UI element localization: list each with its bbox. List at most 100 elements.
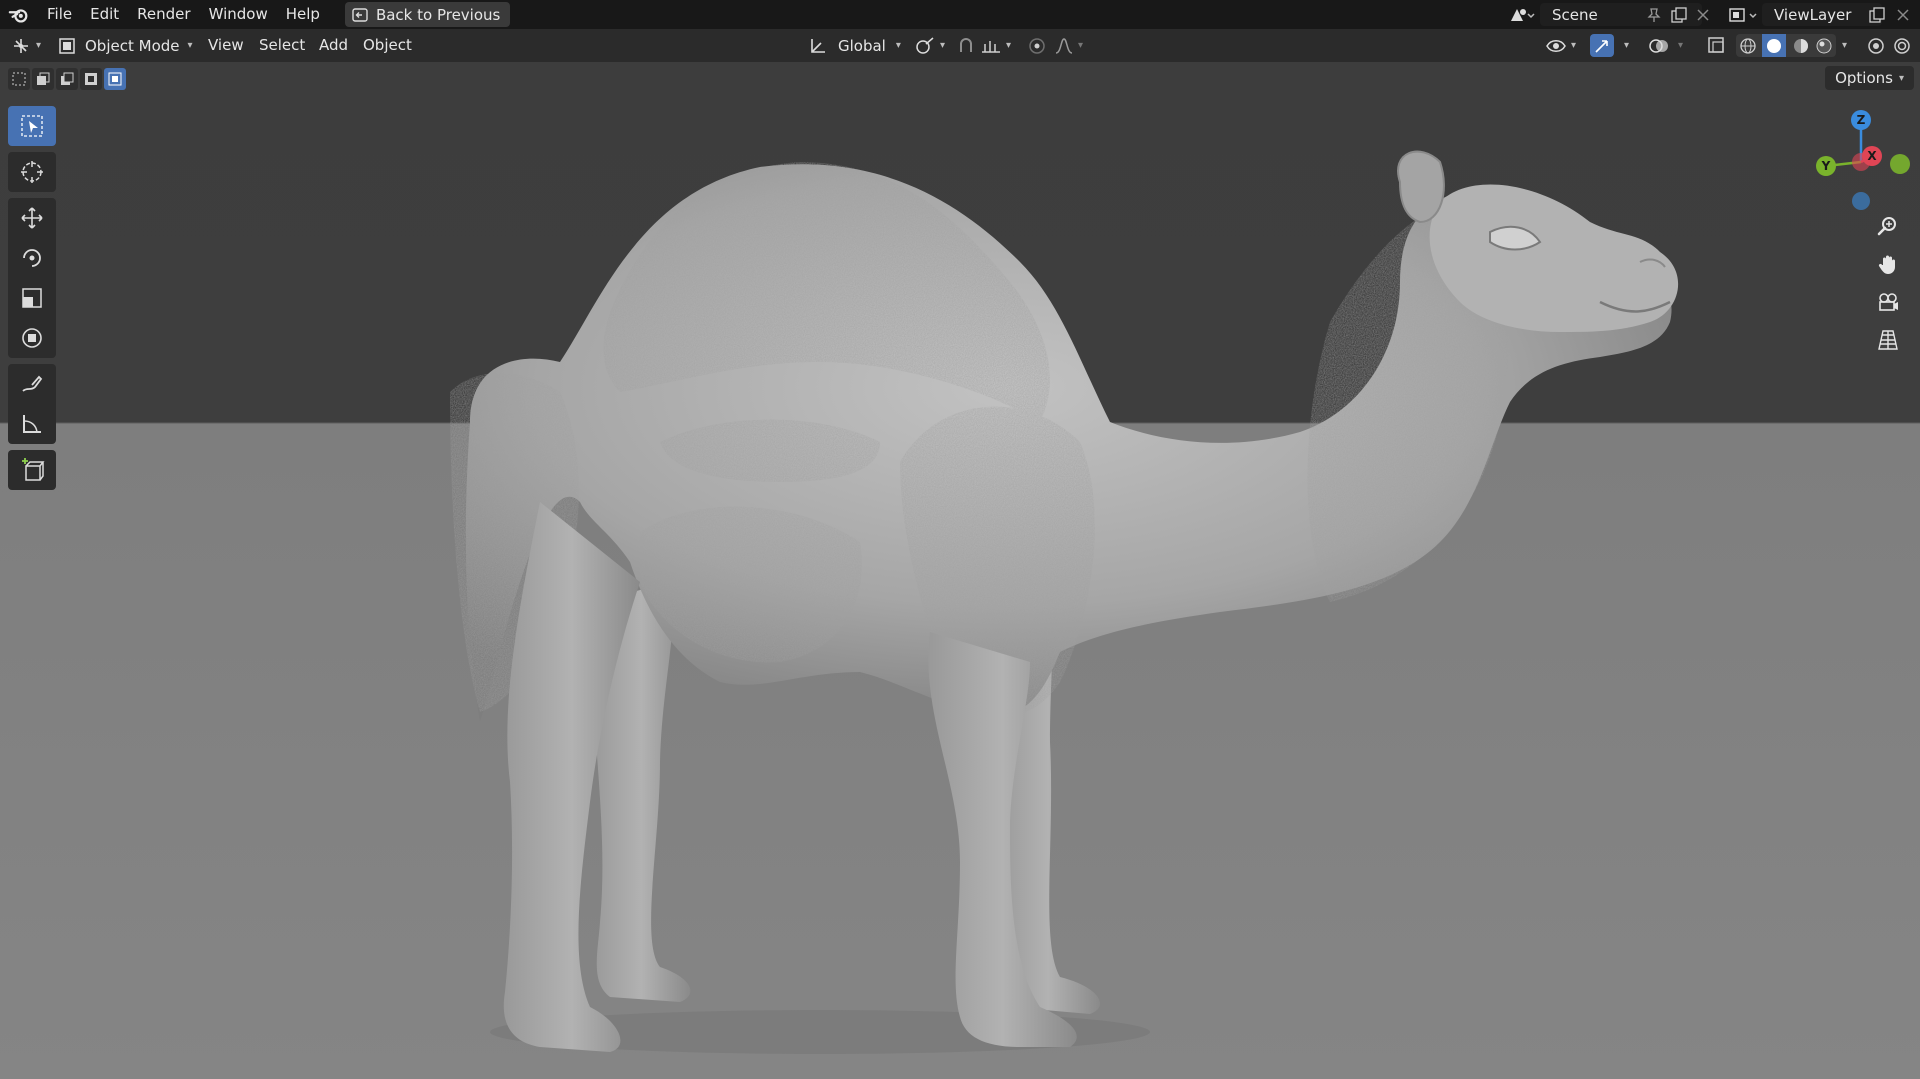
axis-x-label: X <box>1867 149 1877 163</box>
3d-viewport-editor-icon <box>14 38 28 53</box>
editor-type-button[interactable]: ▾ <box>10 36 41 56</box>
options-dropdown[interactable]: Options ▾ <box>1825 66 1914 90</box>
snap-toggle-icon[interactable] <box>956 36 976 56</box>
back-icon <box>352 7 368 22</box>
xray-toggle-icon[interactable] <box>1706 35 1726 55</box>
pin-icon[interactable] <box>1646 7 1662 23</box>
measure-ruler-icon <box>23 415 41 433</box>
select-intersect-icon <box>108 72 122 86</box>
chevron-down-icon: ▾ <box>187 40 193 51</box>
delete-view-layer-icon[interactable] <box>1896 8 1910 22</box>
menu-window[interactable]: Window <box>200 0 277 29</box>
delete-scene-icon[interactable] <box>1696 8 1710 22</box>
add-cube-icon <box>22 458 45 481</box>
chevron-down-icon: ▾ <box>1078 40 1084 51</box>
hand-icon <box>1878 255 1895 274</box>
transform-tool[interactable] <box>8 318 56 358</box>
mode-selector[interactable]: Object Mode ▾ <box>58 37 193 55</box>
3d-viewport[interactable]: Options ▾ Z Y X <box>0 62 1920 1079</box>
menu-edit[interactable]: Edit <box>81 0 128 29</box>
view-layer-name: ViewLayer <box>1774 5 1852 24</box>
back-to-previous-label: Back to Previous <box>375 5 501 24</box>
view-layer-browse-icon[interactable] <box>1728 6 1760 24</box>
eye-icon <box>1546 39 1566 52</box>
zoom-button[interactable] <box>1872 210 1904 242</box>
back-to-previous-button[interactable]: Back to Previous <box>344 2 511 27</box>
scene-browse-icon[interactable] <box>1508 6 1536 24</box>
zoom-magnifier-icon <box>1877 217 1896 236</box>
rotate-icon <box>23 249 41 267</box>
camel-model[interactable] <box>0 62 1920 1079</box>
gizmo-toggle-button[interactable] <box>1590 34 1614 57</box>
transform-icon <box>22 328 42 348</box>
select-new-button[interactable] <box>8 68 30 90</box>
chevron-down-icon: ▾ <box>1571 40 1577 51</box>
move-tool[interactable] <box>8 198 56 238</box>
axis-negative-z-icon[interactable] <box>1852 192 1870 210</box>
select-extend-icon <box>37 72 50 85</box>
axis-negative-y-icon[interactable] <box>1890 154 1910 174</box>
toggle-perspective-button[interactable] <box>1872 324 1904 356</box>
new-view-layer-icon[interactable] <box>1868 6 1886 24</box>
shading-mode-group <box>1736 34 1836 57</box>
gizmo-icon <box>1595 39 1608 53</box>
cursor-tool[interactable] <box>8 152 56 192</box>
scene-name: Scene <box>1552 5 1598 24</box>
camera-view-toggle-icon[interactable] <box>1892 36 1912 56</box>
select-intersect-button[interactable] <box>104 68 126 90</box>
rendered-shading-icon[interactable] <box>1815 37 1833 55</box>
wireframe-shading-icon[interactable] <box>1739 37 1757 55</box>
viewport-header: ▾ Object Mode ▾ View Select Add Object G… <box>0 29 1920 62</box>
snap-target-selector[interactable]: ▾ <box>980 36 1011 56</box>
menu-help[interactable]: Help <box>277 0 329 29</box>
scale-tool[interactable] <box>8 278 56 318</box>
scale-icon <box>22 288 42 308</box>
select-box-tool[interactable] <box>8 106 56 146</box>
orientation-global-icon <box>811 38 825 53</box>
overlays-chevron-icon[interactable]: ▾ <box>1678 40 1683 51</box>
move-icon <box>21 207 43 229</box>
mode-label: Object Mode <box>85 36 180 55</box>
menu-object[interactable]: Object <box>354 29 421 62</box>
shading-options-chevron-icon[interactable]: ▾ <box>1842 40 1847 51</box>
menu-select[interactable]: Select <box>250 29 314 62</box>
rotate-tool[interactable] <box>8 238 56 278</box>
select-extend-button[interactable] <box>32 68 54 90</box>
material-preview-icon[interactable] <box>1792 37 1810 55</box>
transform-orientation-selector[interactable]: Global ▾ <box>808 36 901 56</box>
viewport-render-toggle-icon[interactable] <box>1866 36 1886 56</box>
select-subtract-button[interactable] <box>56 68 78 90</box>
visibility-selector[interactable]: ▾ <box>1545 36 1576 56</box>
blender-logo-icon[interactable] <box>8 4 30 26</box>
select-new-icon <box>12 72 26 86</box>
snap-increment-icon <box>982 40 1000 53</box>
add-cube-tool[interactable] <box>8 450 56 490</box>
annotate-tool-group <box>8 364 56 444</box>
tool-shelf <box>8 106 56 490</box>
annotate-tool[interactable] <box>8 364 56 404</box>
options-label: Options <box>1835 69 1893 87</box>
navigation-gizmo[interactable]: Z Y X <box>1806 102 1916 212</box>
gizmo-options-chevron-icon[interactable]: ▾ <box>1624 40 1629 51</box>
orientation-label: Global <box>838 36 886 55</box>
view-layer-field[interactable]: ViewLayer <box>1762 3 1882 26</box>
solid-shading-icon <box>1767 38 1782 53</box>
select-invert-button[interactable] <box>80 68 102 90</box>
measure-tool[interactable] <box>8 404 56 444</box>
menu-file[interactable]: File <box>38 0 81 29</box>
menu-view[interactable]: View <box>199 29 253 62</box>
pan-button[interactable] <box>1872 248 1904 280</box>
proportional-editing-icon[interactable] <box>1027 36 1047 56</box>
solid-shading-button[interactable] <box>1762 34 1787 57</box>
select-box-icon <box>21 115 43 137</box>
select-subtract-icon <box>61 72 74 85</box>
menu-render[interactable]: Render <box>128 0 199 29</box>
pivot-point-icon <box>916 36 934 54</box>
menu-add[interactable]: Add <box>310 29 357 62</box>
overlays-icon[interactable] <box>1648 35 1670 57</box>
new-scene-icon[interactable] <box>1670 6 1688 24</box>
camera-view-button[interactable] <box>1872 286 1904 318</box>
proportional-falloff-selector[interactable]: ▾ <box>1054 36 1083 56</box>
chevron-down-icon: ▾ <box>1006 40 1012 51</box>
pivot-point-selector[interactable]: ▾ <box>914 36 945 56</box>
